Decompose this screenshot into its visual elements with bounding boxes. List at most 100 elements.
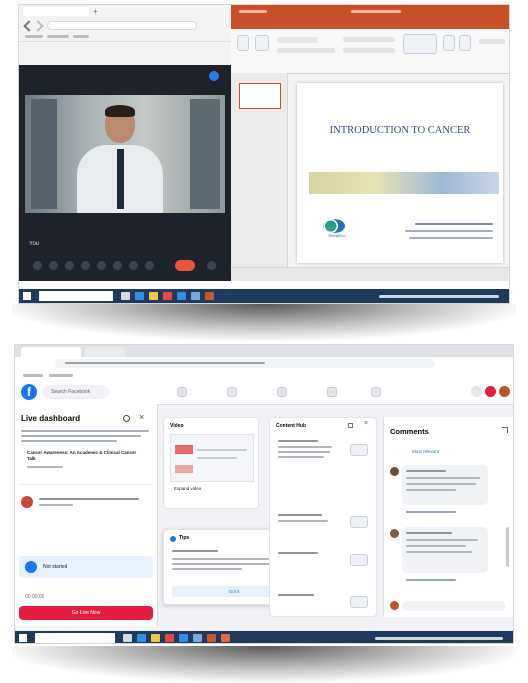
raise-hand-icon[interactable] bbox=[97, 261, 106, 270]
comment-line bbox=[406, 539, 478, 541]
chat-icon[interactable] bbox=[207, 261, 216, 270]
browser-tab[interactable] bbox=[21, 347, 81, 357]
content-item-line bbox=[278, 446, 332, 448]
bookmark-item[interactable] bbox=[23, 374, 43, 377]
edge-icon[interactable] bbox=[135, 292, 144, 300]
comment-actions[interactable] bbox=[406, 511, 456, 513]
powerpoint-taskbar-icon[interactable] bbox=[207, 634, 216, 642]
mail-icon[interactable] bbox=[177, 292, 186, 300]
content-edit-icon[interactable] bbox=[350, 596, 368, 608]
close-icon[interactable]: × bbox=[139, 413, 144, 422]
home-icon[interactable] bbox=[177, 387, 187, 397]
new-tab-button[interactable]: + bbox=[93, 8, 101, 16]
content-edit-icon[interactable] bbox=[350, 554, 368, 566]
shapes-gallery[interactable] bbox=[403, 34, 437, 54]
store-icon[interactable] bbox=[193, 634, 202, 642]
paragraph-row-1[interactable] bbox=[343, 37, 395, 42]
task-view-icon[interactable] bbox=[123, 634, 132, 642]
presenter-org-line bbox=[409, 237, 493, 239]
start-icon[interactable] bbox=[23, 292, 31, 300]
paragraph-row-2[interactable] bbox=[343, 48, 395, 53]
chrome-icon[interactable] bbox=[165, 634, 174, 642]
content-edit-icon[interactable] bbox=[350, 516, 368, 528]
captions-icon[interactable] bbox=[113, 261, 122, 270]
facebook-logo-icon[interactable]: f bbox=[21, 384, 37, 400]
content-edit-icon[interactable] bbox=[350, 444, 368, 456]
taskbar-search-box[interactable] bbox=[35, 633, 115, 643]
comment-line bbox=[406, 489, 456, 491]
editing-group[interactable] bbox=[479, 39, 505, 44]
file-explorer-icon[interactable] bbox=[151, 634, 160, 642]
person-hair bbox=[105, 105, 135, 117]
chrome-icon[interactable] bbox=[163, 292, 172, 300]
more-icon[interactable] bbox=[145, 261, 154, 270]
font-format-row[interactable] bbox=[277, 48, 335, 53]
settings-icon[interactable] bbox=[123, 415, 130, 422]
slide-canvas[interactable]: INTRODUCTION TO CANCER ReallyB3.0 bbox=[297, 83, 503, 263]
comment-actions[interactable] bbox=[406, 579, 456, 581]
edge-icon[interactable] bbox=[137, 634, 146, 642]
browser-tab[interactable] bbox=[23, 7, 89, 16]
status-icon bbox=[25, 561, 37, 573]
system-tray[interactable] bbox=[375, 637, 503, 640]
scrollbar[interactable] bbox=[506, 527, 509, 567]
end-call-button[interactable] bbox=[175, 260, 195, 271]
facebook-search-input[interactable]: Search Facebook bbox=[43, 385, 109, 399]
paste-icon[interactable] bbox=[237, 35, 249, 51]
font-name-box[interactable] bbox=[277, 37, 317, 43]
gaming-icon[interactable] bbox=[371, 387, 381, 397]
file-explorer-icon[interactable] bbox=[149, 292, 158, 300]
comments-sort-filter[interactable]: Most relevant bbox=[412, 449, 439, 454]
content-item-title bbox=[278, 594, 314, 596]
ppt-quick-access[interactable] bbox=[239, 10, 267, 13]
content-item-line bbox=[278, 456, 324, 458]
live-dashboard-title: Live dashboard bbox=[21, 414, 81, 423]
slide-thumbnail[interactable] bbox=[239, 83, 281, 109]
menu-icon[interactable] bbox=[471, 386, 482, 397]
comment-input[interactable] bbox=[402, 601, 506, 611]
mail-icon[interactable] bbox=[179, 634, 188, 642]
bookmark-item[interactable] bbox=[47, 35, 69, 38]
bookmark-item[interactable] bbox=[49, 374, 73, 377]
start-icon[interactable] bbox=[19, 634, 27, 642]
present-icon[interactable] bbox=[129, 261, 138, 270]
reactions-icon[interactable] bbox=[81, 261, 90, 270]
person-tie bbox=[117, 149, 124, 209]
page-sub-line bbox=[39, 504, 73, 506]
expand-video-link[interactable]: Expand video bbox=[174, 486, 201, 491]
messenger-icon[interactable] bbox=[485, 386, 496, 397]
taskbar-search-box[interactable] bbox=[39, 291, 113, 301]
video-preview[interactable] bbox=[170, 434, 254, 482]
content-close-icon[interactable]: × bbox=[364, 420, 368, 427]
profile-avatar[interactable] bbox=[499, 386, 510, 397]
divider bbox=[21, 484, 151, 485]
app-icon[interactable] bbox=[221, 634, 230, 642]
share-screen-icon[interactable] bbox=[65, 261, 74, 270]
ppt-ribbon-tabs[interactable] bbox=[231, 19, 509, 29]
task-view-icon[interactable] bbox=[121, 292, 130, 300]
bookmark-item[interactable] bbox=[73, 35, 89, 38]
content-menu-icon[interactable] bbox=[348, 423, 353, 428]
browser-tab[interactable] bbox=[85, 347, 125, 357]
bottom-screenshot: f Search Facebook Live dashboard × Cance… bbox=[14, 344, 514, 644]
quick-styles-icon[interactable] bbox=[459, 35, 471, 51]
bookmark-item[interactable] bbox=[25, 35, 43, 38]
slide-title: INTRODUCTION TO CANCER bbox=[329, 125, 471, 136]
powerpoint-taskbar-icon[interactable] bbox=[205, 292, 214, 300]
mic-icon[interactable] bbox=[33, 261, 42, 270]
address-bar[interactable] bbox=[47, 21, 197, 30]
camera-icon[interactable] bbox=[49, 261, 58, 270]
expand-icon[interactable] bbox=[502, 427, 508, 433]
go-live-button[interactable]: Go Live Now bbox=[19, 606, 153, 620]
groups-icon[interactable] bbox=[327, 387, 337, 397]
comments-panel: Comments Most relevant bbox=[383, 417, 513, 617]
system-tray[interactable] bbox=[379, 295, 499, 298]
forward-icon[interactable] bbox=[32, 20, 44, 32]
more-options-icon[interactable] bbox=[209, 71, 219, 81]
watch-icon[interactable] bbox=[227, 387, 237, 397]
photo-shadow bbox=[12, 646, 516, 682]
arrange-icon[interactable] bbox=[443, 35, 455, 51]
marketplace-icon[interactable] bbox=[277, 387, 287, 397]
new-slide-icon[interactable] bbox=[255, 35, 269, 51]
store-icon[interactable] bbox=[191, 292, 200, 300]
